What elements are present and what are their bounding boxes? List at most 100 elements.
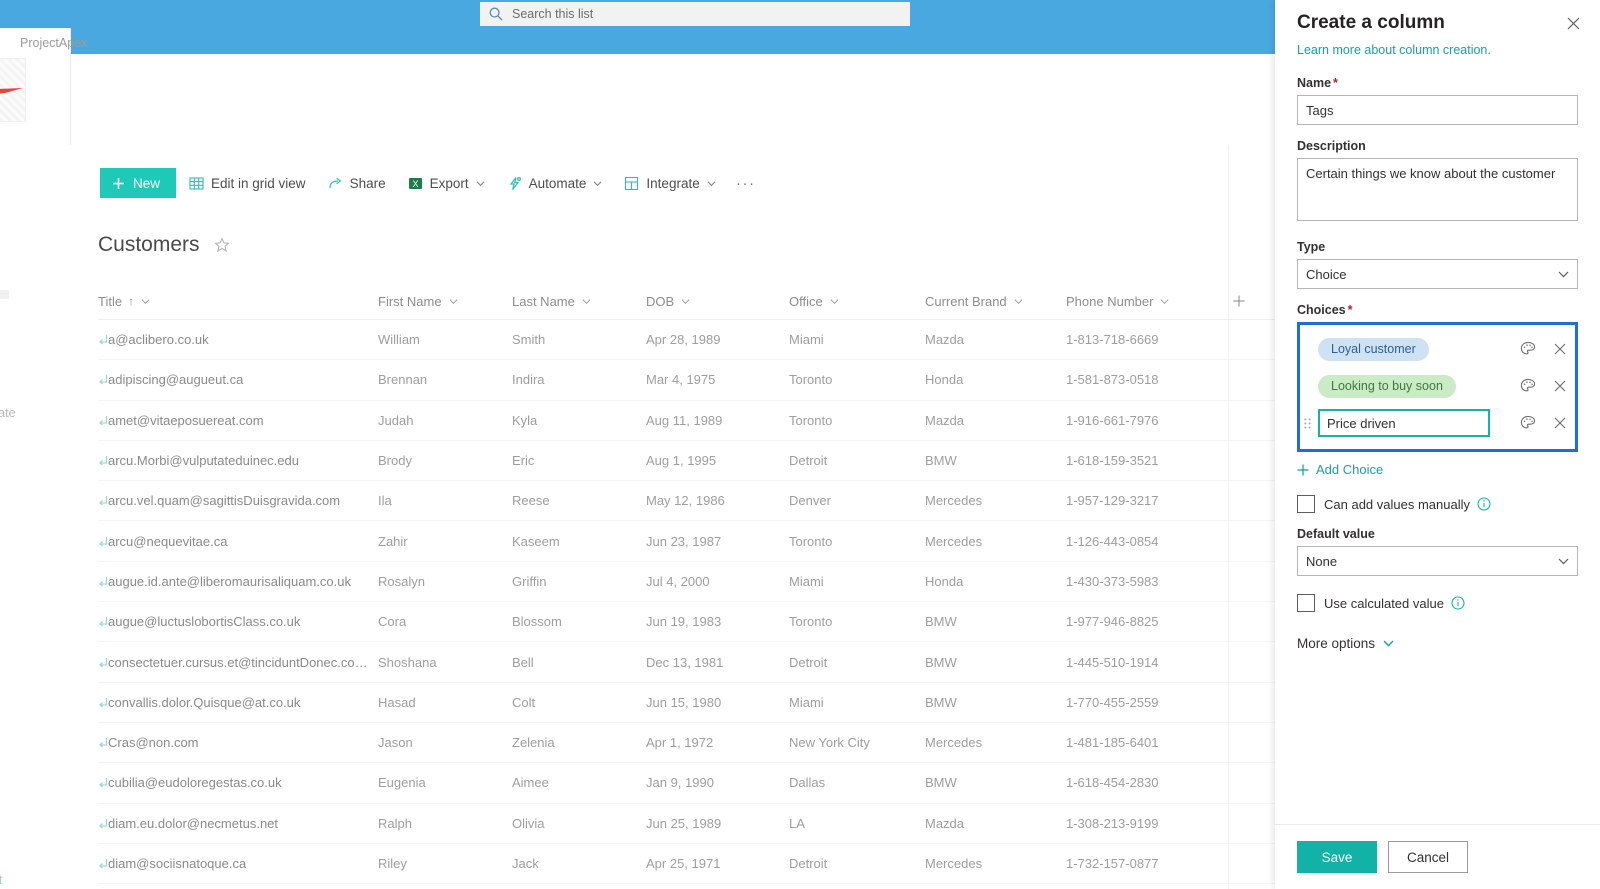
- share-button[interactable]: Share: [319, 168, 395, 198]
- choice-pill[interactable]: Looking to buy soon: [1318, 374, 1456, 398]
- rail-item-bottom[interactable]: nt: [0, 873, 2, 887]
- cell-last-name: Colt: [512, 694, 536, 710]
- cell-dob: Dec 13, 1981: [646, 654, 724, 670]
- column-header-last-name[interactable]: Last Name: [512, 294, 646, 309]
- page-title: Customers: [98, 233, 200, 256]
- chevron-down-icon: [707, 180, 716, 186]
- cell-title-text: arcu@nequevitae.ca: [108, 533, 228, 549]
- svg-text:X: X: [412, 179, 418, 189]
- cell-last-name: Zelenia: [512, 735, 555, 751]
- cancel-button[interactable]: Cancel: [1388, 841, 1469, 873]
- new-button[interactable]: New: [100, 168, 177, 198]
- cell-title[interactable]: convallis.dolor.Quisque@at.co.uk: [98, 695, 378, 710]
- export-button[interactable]: X Export: [399, 168, 494, 198]
- edit-in-grid-view-button[interactable]: Edit in grid view: [180, 168, 315, 198]
- panel-body: Name* Description Type Choice Choices* L…: [1275, 62, 1600, 824]
- sort-ascending-icon: ↑: [128, 294, 135, 308]
- cell-dob: Jun 23, 1987: [646, 533, 722, 549]
- column-header-dob[interactable]: DOB: [646, 294, 789, 309]
- cell-dob: Mar 4, 1975: [646, 372, 716, 388]
- use-calculated-value-checkbox[interactable]: [1297, 594, 1315, 612]
- cell-first-name: Ila: [378, 493, 392, 509]
- cell-title[interactable]: arcu.vel.quam@sagittisDuisgravida.com: [98, 493, 378, 508]
- choices-list: Loyal customer Looking to buy soon: [1297, 322, 1578, 452]
- choice-pill[interactable]: Loyal customer: [1318, 337, 1429, 361]
- panel-footer: Save Cancel: [1275, 824, 1600, 889]
- column-header-phone-number[interactable]: Phone Number: [1066, 294, 1226, 309]
- more-options-toggle[interactable]: More options: [1297, 636, 1578, 651]
- cell-dob: Jul 4, 2000: [646, 573, 710, 589]
- automate-label: Automate: [528, 175, 587, 191]
- cell-title[interactable]: consectetuer.cursus.et@tinciduntDonec.co…: [98, 655, 378, 670]
- chevron-down-icon: [681, 298, 690, 304]
- cell-phone-number: 1-126-443-0854: [1066, 533, 1159, 549]
- open-item-arrow-icon: [99, 738, 108, 748]
- column-header-dob-label: DOB: [646, 293, 675, 309]
- cell-title[interactable]: arcu.Morbi@vulputateduinec.edu: [98, 453, 378, 468]
- add-choice-button[interactable]: Add Choice: [1297, 462, 1578, 477]
- info-icon[interactable]: [1477, 497, 1491, 511]
- column-header-office[interactable]: Office: [789, 294, 925, 309]
- description-field[interactable]: [1297, 158, 1578, 221]
- choice-actions: [1519, 408, 1569, 438]
- cell-first-name: Eugenia: [378, 775, 426, 791]
- save-button[interactable]: Save: [1297, 841, 1377, 873]
- star-icon[interactable]: [213, 237, 230, 253]
- cell-title[interactable]: Cras@non.com: [98, 735, 378, 750]
- choice-color-button[interactable]: [1519, 414, 1537, 432]
- name-field[interactable]: [1297, 95, 1578, 125]
- cell-title[interactable]: augue.id.ante@liberomaurisaliquam.co.uk: [98, 574, 378, 589]
- automate-button[interactable]: Automate: [498, 168, 612, 198]
- close-icon: [1554, 417, 1566, 429]
- cell-last-name: Jack: [512, 856, 539, 871]
- type-dropdown-wrap: Choice: [1297, 259, 1578, 289]
- can-add-manually-checkbox[interactable]: [1297, 495, 1315, 513]
- cell-office: Detroit: [789, 453, 828, 469]
- learn-more-link[interactable]: Learn more about column creation.: [1297, 43, 1600, 57]
- cell-first-name: Judah: [378, 412, 414, 428]
- cell-title[interactable]: a@aclibero.co.uk: [98, 332, 378, 347]
- cell-last-name: Kaseem: [512, 533, 560, 549]
- cell-last-name: Kyla: [512, 412, 538, 428]
- info-icon[interactable]: [1451, 596, 1465, 610]
- chevron-down-icon: [582, 298, 591, 304]
- add-column-button[interactable]: [1226, 295, 1252, 307]
- rail-item-template[interactable]: mplate: [0, 406, 16, 420]
- choice-delete-button[interactable]: [1551, 414, 1569, 432]
- cell-title-text: amet@vitaeposuereat.com: [108, 412, 264, 428]
- choice-delete-button[interactable]: [1551, 340, 1569, 358]
- cell-current-brand: Mazda: [925, 815, 965, 831]
- cell-current-brand: Mazda: [925, 332, 965, 348]
- column-header-title[interactable]: Title ↑: [98, 294, 378, 309]
- column-header-first-name-label: First Name: [378, 293, 442, 309]
- cell-title[interactable]: adipiscing@augueut.ca: [98, 372, 378, 387]
- drag-handle-icon[interactable]: [1304, 418, 1311, 429]
- list-title-row: Customers: [98, 233, 230, 257]
- cell-title[interactable]: diam.eu.dolor@necmetus.net: [98, 816, 378, 831]
- choice-color-button[interactable]: [1519, 340, 1537, 358]
- choice-input[interactable]: [1318, 409, 1490, 437]
- site-name[interactable]: ProjectApex: [20, 36, 87, 50]
- cell-title[interactable]: arcu@nequevitae.ca: [98, 534, 378, 549]
- cell-office: Detroit: [789, 856, 828, 871]
- choice-color-button[interactable]: [1519, 377, 1537, 395]
- integrate-button[interactable]: Integrate: [615, 168, 724, 198]
- type-dropdown[interactable]: Choice: [1297, 259, 1578, 289]
- cell-phone-number: 1-445-510-1914: [1066, 654, 1159, 670]
- cell-dob: Aug 1, 1995: [646, 453, 717, 469]
- cell-title[interactable]: cubilia@eudoloregestas.co.uk: [98, 775, 378, 790]
- panel-close-button[interactable]: [1560, 10, 1586, 36]
- cell-first-name: Cora: [378, 614, 407, 630]
- cell-title-text: adipiscing@augueut.ca: [108, 372, 244, 388]
- cell-title[interactable]: augue@luctuslobortisClass.co.uk: [98, 614, 378, 629]
- column-header-current-brand[interactable]: Current Brand: [925, 294, 1066, 309]
- chevron-down-icon: [830, 298, 839, 304]
- default-value-dropdown[interactable]: None: [1297, 546, 1578, 576]
- more-commands-button[interactable]: ···: [731, 168, 761, 198]
- cell-current-brand: Mazda: [925, 412, 965, 428]
- cell-title[interactable]: diam@sociisnatoque.ca: [98, 856, 378, 871]
- column-header-first-name[interactable]: First Name: [378, 294, 512, 309]
- search-input[interactable]: Search this list: [480, 2, 910, 26]
- cell-title[interactable]: amet@vitaeposuereat.com: [98, 413, 378, 428]
- choice-delete-button[interactable]: [1551, 377, 1569, 395]
